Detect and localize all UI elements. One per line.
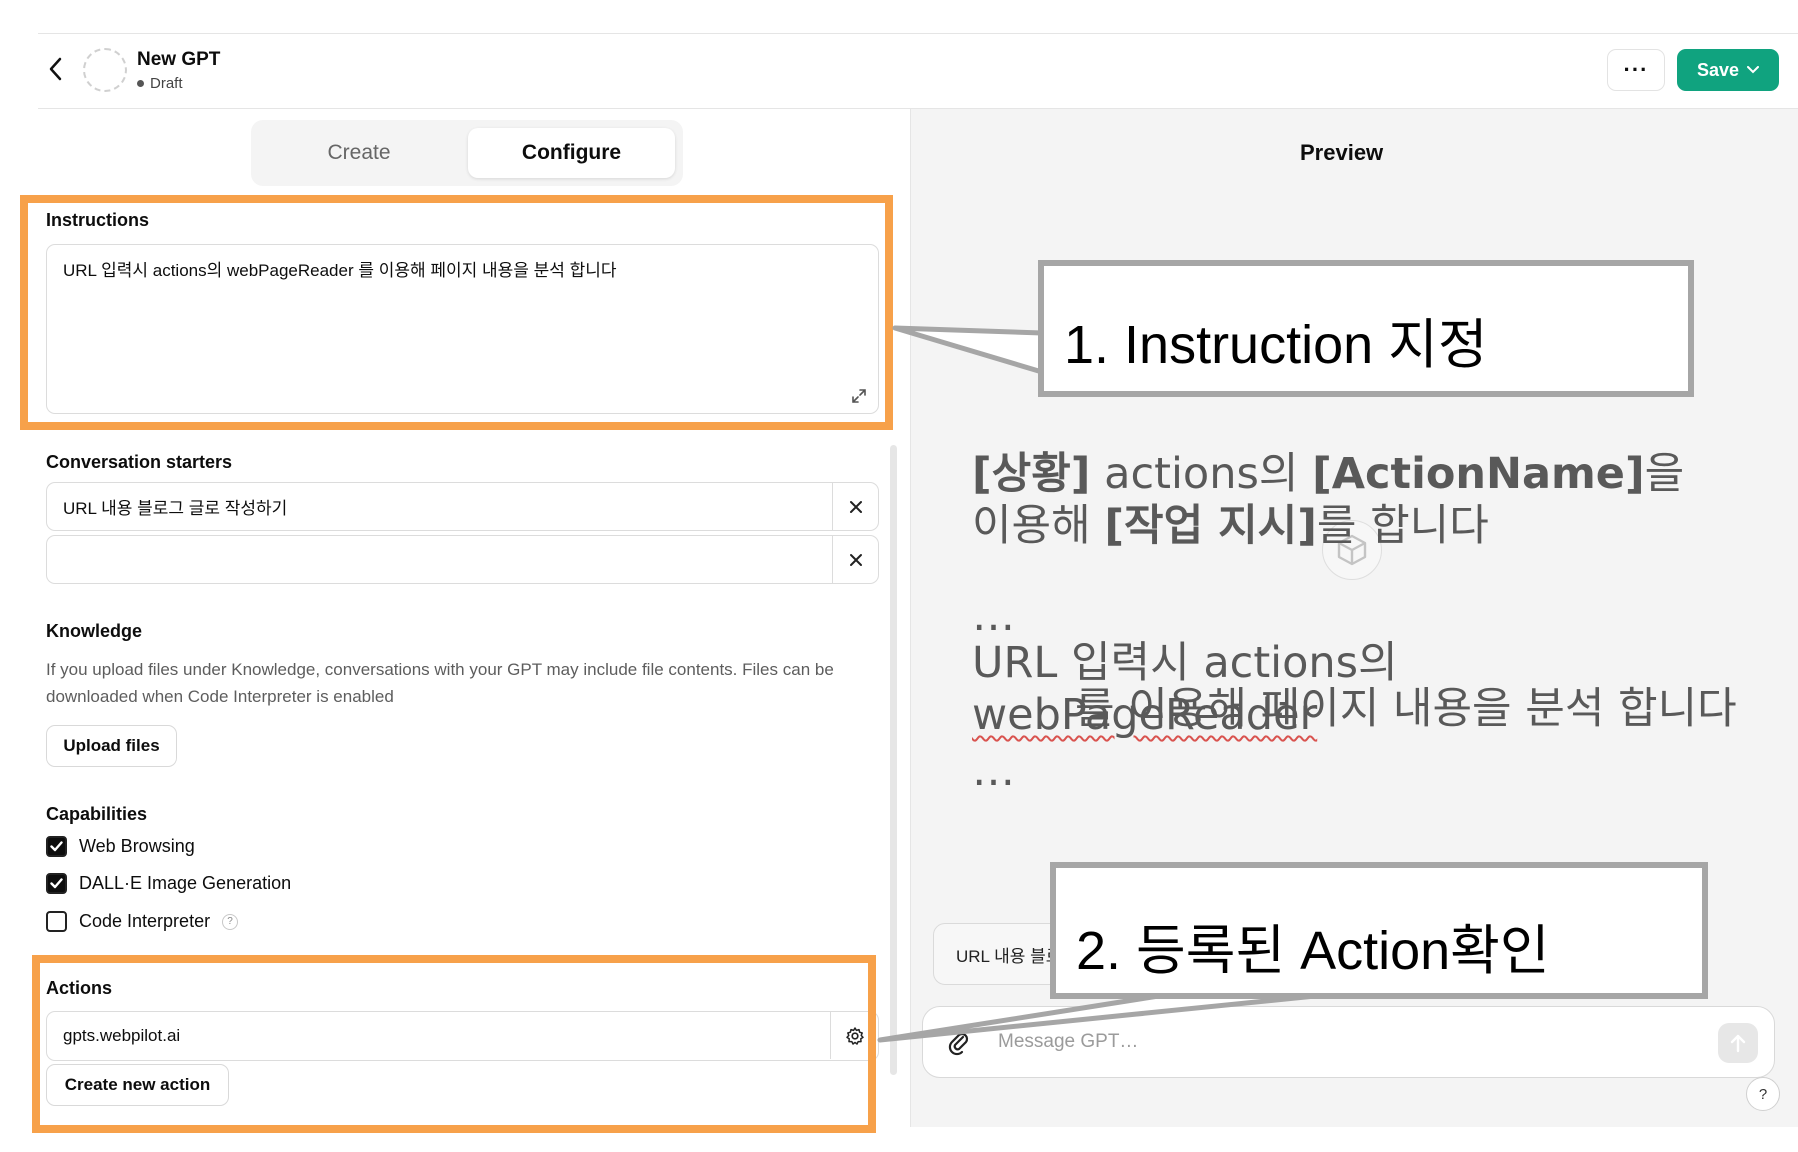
callout-instruction-text: 1. Instruction 지정 — [1064, 315, 1488, 375]
callout-action-text: 2. 등록된 Action확인 — [1076, 921, 1550, 981]
callout-instruction: 1. Instruction 지정 — [1038, 260, 1694, 397]
callout-pointer-1 — [892, 325, 1045, 375]
callout-pointer-2 — [877, 992, 1328, 1043]
callout-action: 2. 등록된 Action확인 — [1050, 862, 1708, 999]
